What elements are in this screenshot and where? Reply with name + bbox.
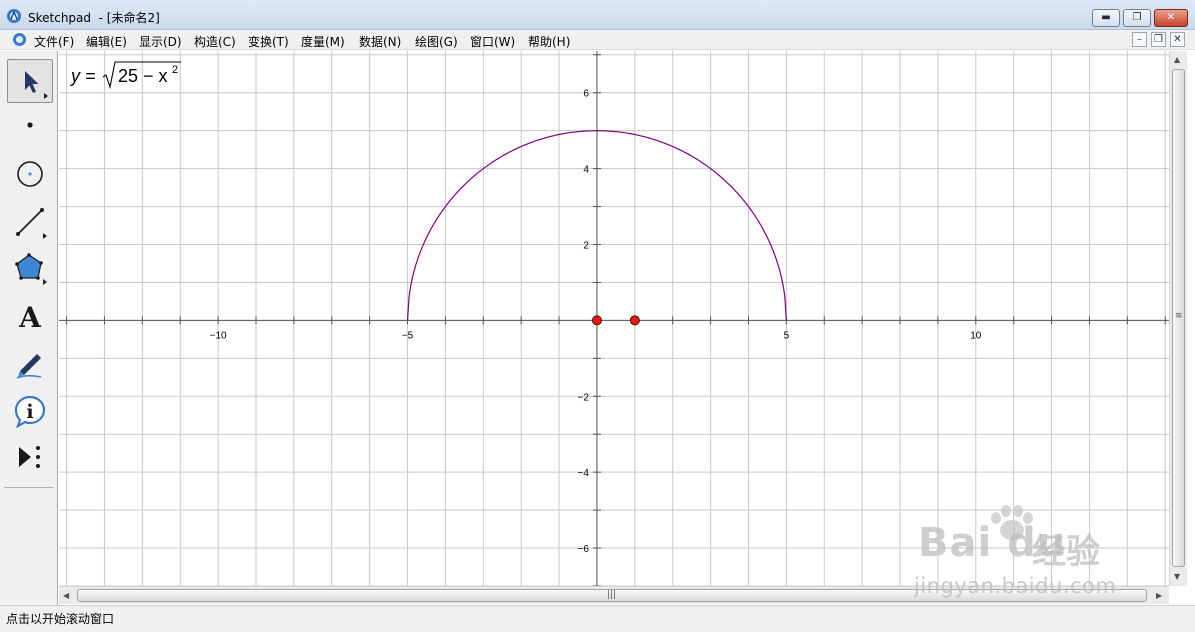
y-tick-label: 2 [583,241,589,252]
polygon-icon [15,253,47,285]
mdi-minimize-button[interactable]: – [1132,32,1147,47]
point-tool[interactable] [7,103,53,147]
plot-point[interactable] [629,315,640,326]
information-tool[interactable]: i [7,389,53,433]
status-bar: 点击以开始滚动窗口 [0,605,1195,632]
menu-bar: 文件(F) 编辑(E) 显示(D) 构造(C) 变换(T) 度量(M) 数据(N… [0,30,1195,50]
vertical-scrollbar[interactable]: ▲ ≡ ▼ [1169,51,1187,586]
horizontal-grip: ||| [607,590,617,600]
scroll-left-arrow[interactable]: ◀ [63,591,69,600]
menu-window[interactable]: 窗口(W) [470,33,515,50]
x-tick-label: −10 [210,330,227,341]
x-tick-label: 10 [970,330,982,341]
y-tick-label: −6 [578,544,590,555]
marker-tool[interactable] [7,341,53,385]
window-title: Sketchpad - [未命名2] [28,11,160,25]
watermark-url: jingyan.baidu.com [914,574,1117,598]
status-text: 点击以开始滚动窗口 [6,612,115,626]
marker-pen-icon [16,354,42,379]
text-tool-glyph: A [18,301,42,334]
equation-lhs: y = [69,66,96,86]
close-button[interactable]: ✕ [1154,9,1188,27]
arrow-icon [25,71,48,99]
arrow-select-tool[interactable] [7,59,53,103]
vertical-grip: ≡ [1175,311,1183,321]
mdi-restore-button[interactable]: ❐ [1151,32,1166,47]
compass-circle-icon [17,161,43,187]
custom-tool[interactable] [7,435,53,479]
info-tool-glyph: i [26,401,33,423]
minimize-button[interactable]: ▬ [1092,9,1120,27]
x-tick-label: −5 [402,330,414,341]
toolbox: A i [0,51,58,606]
plot-point[interactable] [591,315,602,326]
toolbox-separator [4,487,54,488]
watermark-brand-cn: 经验 [1032,532,1100,572]
menu-construct[interactable]: 构造(C) [194,33,236,50]
menu-transform[interactable]: 变换(T) [248,33,289,50]
text-tool[interactable]: A [7,295,53,339]
x-tick-label: 5 [784,330,790,341]
y-tick-label: 4 [583,165,589,176]
segment-icon [16,208,47,239]
function-equation[interactable]: y = 25 − x 2 [69,59,199,93]
scroll-right-arrow[interactable]: ▶ [1156,591,1162,600]
y-tick-label: 6 [583,89,589,100]
info-bubble-icon: i [14,395,46,429]
mdi-close-button[interactable]: ✕ [1170,32,1185,47]
menu-graph[interactable]: 绘图(G) [415,33,458,50]
sketchpad-app-icon[interactable] [6,8,22,24]
custom-tool-icon [19,446,40,468]
equation-radicand: 25 − x [118,66,168,86]
straightedge-tool[interactable] [7,199,53,243]
polygon-tool[interactable] [7,245,53,289]
maximize-restore-button[interactable]: ❐ [1123,9,1151,27]
text-a-icon: A [18,301,42,334]
baidu-watermark: Bai du 经验 jingyan.baidu.com [912,504,1152,602]
document-icon[interactable] [12,32,27,47]
menu-edit[interactable]: 编辑(E) [86,33,127,50]
menu-display[interactable]: 显示(D) [139,33,182,50]
equation-exponent: 2 [172,64,178,76]
scroll-up-arrow[interactable]: ▲ [1174,55,1180,64]
scroll-down-arrow[interactable]: ▼ [1174,572,1180,581]
menu-help[interactable]: 帮助(H) [528,33,570,50]
menu-data[interactable]: 数据(N) [359,33,401,50]
vertical-scroll-thumb[interactable]: ≡ [1172,69,1185,567]
title-bar: Sketchpad - [未命名2] ▬ ❐ ✕ [0,0,1195,30]
y-tick-label: −4 [578,468,590,479]
menu-measure[interactable]: 度量(M) [301,33,345,50]
y-tick-label: −2 [578,392,590,403]
menu-file[interactable]: 文件(F) [34,33,74,50]
compass-tool[interactable] [7,151,53,195]
point-icon [27,122,33,128]
